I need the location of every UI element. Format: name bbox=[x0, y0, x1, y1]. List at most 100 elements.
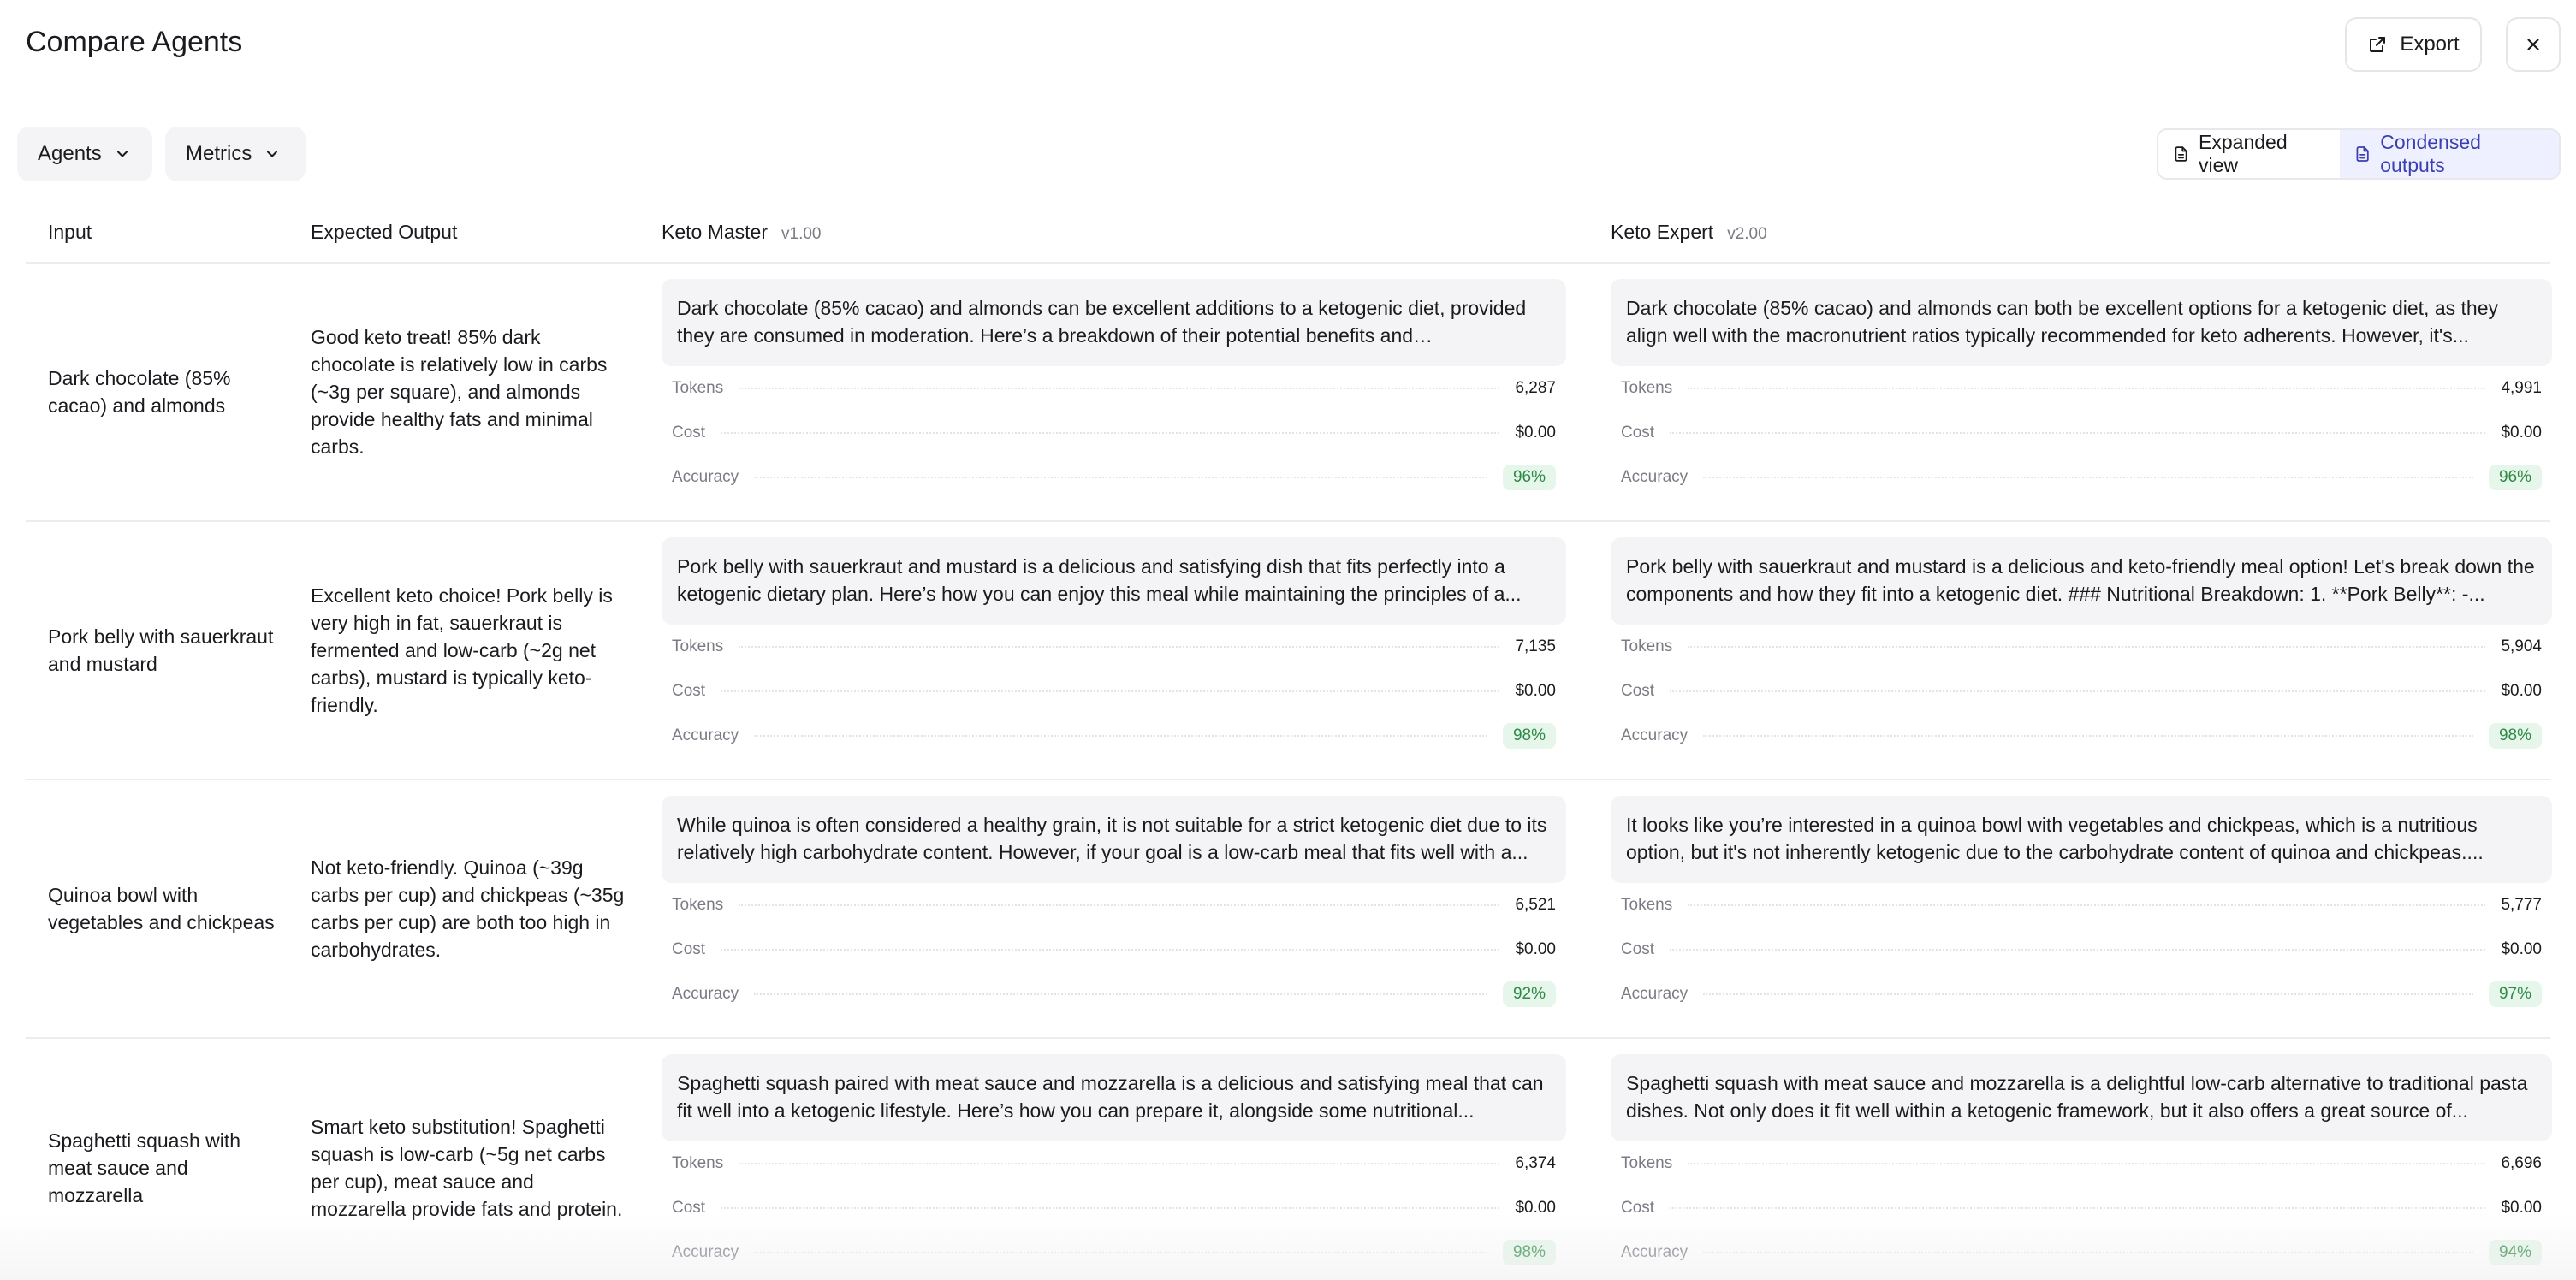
input-cell: Quinoa bowl with vegetables and chickpea… bbox=[48, 884, 275, 933]
agent-output-box[interactable]: Spaghetti squash with meat sauce and moz… bbox=[1611, 1054, 2552, 1141]
table-row: Dark chocolate (85% cacao) and almonds G… bbox=[26, 264, 2552, 522]
agent-output-box[interactable]: Dark chocolate (85% cacao) and almonds c… bbox=[1611, 279, 2552, 366]
accuracy-badge: 97% bbox=[2488, 981, 2542, 1007]
metric-accuracy: Accuracy 98% bbox=[662, 714, 1566, 758]
agent-output-box[interactable]: Spaghetti squash paired with meat sauce … bbox=[662, 1054, 1566, 1141]
expanded-view-button[interactable]: Expanded view bbox=[2158, 130, 2340, 178]
metric-label: Tokens bbox=[672, 637, 724, 655]
metrics-dropdown[interactable]: Metrics bbox=[165, 127, 306, 181]
metric-leader bbox=[721, 690, 1500, 692]
column-header-expected: Expected Output bbox=[311, 221, 458, 243]
agent-output-box[interactable]: It looks like you’re interested in a qui… bbox=[1611, 796, 2552, 883]
agent-b-result: Pork belly with sauerkraut and mustard i… bbox=[1611, 537, 2552, 758]
agent-a-result: Spaghetti squash paired with meat sauce … bbox=[662, 1054, 1566, 1275]
agent-output-text: Dark chocolate (85% cacao) and almonds c… bbox=[1626, 297, 2498, 347]
agent-a-result: Dark chocolate (85% cacao) and almonds c… bbox=[662, 279, 1566, 500]
column-header-agent-b: Keto Expert v2.00 bbox=[1611, 221, 1767, 244]
metric-leader bbox=[1688, 1163, 2486, 1164]
agent-output-box[interactable]: Dark chocolate (85% cacao) and almonds c… bbox=[662, 279, 1566, 366]
metric-leader bbox=[739, 904, 1500, 906]
metric-value: $0.00 bbox=[1515, 1199, 1556, 1217]
agent-output-text: Pork belly with sauerkraut and mustard i… bbox=[1626, 555, 2535, 605]
agent-output-box[interactable]: Pork belly with sauerkraut and mustard i… bbox=[662, 537, 1566, 625]
agent-a-result: Pork belly with sauerkraut and mustard i… bbox=[662, 537, 1566, 758]
condensed-outputs-label: Condensed outputs bbox=[2380, 131, 2481, 176]
metric-leader bbox=[739, 388, 1500, 389]
view-toggle: Expanded view Condensed outputs bbox=[2157, 128, 2561, 180]
metric-value: $0.00 bbox=[1515, 424, 1556, 441]
agent-output-text: It looks like you’re interested in a qui… bbox=[1626, 814, 2484, 863]
metric-value: 6,521 bbox=[1515, 896, 1556, 914]
condensed-outputs-button[interactable]: Condensed outputs bbox=[2340, 130, 2559, 178]
metric-value: $0.00 bbox=[2501, 940, 2542, 958]
export-label: Export bbox=[2400, 33, 2460, 56]
metric-value: 5,777 bbox=[2501, 896, 2542, 914]
agents-dropdown[interactable]: Agents bbox=[17, 127, 152, 181]
agent-output-text: Spaghetti squash with meat sauce and moz… bbox=[1626, 1072, 2528, 1122]
agents-label: Agents bbox=[38, 142, 102, 165]
metric-tokens: Tokens 6,521 bbox=[662, 883, 1566, 927]
metric-label: Cost bbox=[672, 1199, 706, 1217]
input-cell: Dark chocolate (85% cacao) and almonds bbox=[48, 367, 231, 417]
table-header: Input Expected Output Keto Master v1.00 K… bbox=[26, 212, 2550, 264]
metric-label: Accuracy bbox=[1621, 1243, 1689, 1261]
metric-leader bbox=[754, 477, 1487, 478]
agent-output-box[interactable]: Pork belly with sauerkraut and mustard i… bbox=[1611, 537, 2552, 625]
chevron-down-icon bbox=[267, 151, 278, 157]
metric-label: Tokens bbox=[1621, 896, 1673, 914]
close-button[interactable] bbox=[2506, 17, 2561, 72]
metric-leader bbox=[1703, 477, 2473, 478]
metric-label: Accuracy bbox=[672, 985, 739, 1003]
metric-value: $0.00 bbox=[2501, 682, 2542, 700]
metric-leader bbox=[1670, 690, 2486, 692]
accuracy-badge: 94% bbox=[2488, 1240, 2542, 1265]
metric-value: $0.00 bbox=[2501, 1199, 2542, 1217]
metric-tokens: Tokens 5,777 bbox=[1611, 883, 2552, 927]
metric-leader bbox=[754, 1252, 1487, 1253]
column-header-agent-a: Keto Master v1.00 bbox=[662, 221, 821, 244]
expanded-view-label: Expanded view bbox=[2199, 131, 2288, 176]
metric-label: Tokens bbox=[1621, 1154, 1673, 1172]
metric-value: $0.00 bbox=[1515, 682, 1556, 700]
metric-cost: Cost $0.00 bbox=[1611, 1186, 2552, 1230]
metric-leader bbox=[1670, 949, 2486, 951]
metric-label: Tokens bbox=[672, 896, 724, 914]
table-row: Spaghetti squash with meat sauce and moz… bbox=[26, 1039, 2552, 1280]
metric-leader bbox=[721, 432, 1500, 434]
agent-b-result: Dark chocolate (85% cacao) and almonds c… bbox=[1611, 279, 2552, 500]
metric-value: 4,991 bbox=[2501, 379, 2542, 397]
metric-leader bbox=[1688, 388, 2486, 389]
metric-label: Accuracy bbox=[1621, 985, 1689, 1003]
agent-output-text: Pork belly with sauerkraut and mustard i… bbox=[677, 555, 1522, 605]
metric-tokens: Tokens 6,696 bbox=[1611, 1141, 2552, 1186]
metric-cost: Cost $0.00 bbox=[662, 669, 1566, 714]
metric-label: Accuracy bbox=[672, 726, 739, 744]
metric-label: Cost bbox=[672, 682, 706, 700]
metric-label: Cost bbox=[1621, 940, 1655, 958]
metric-leader bbox=[1703, 993, 2473, 995]
chevron-down-icon bbox=[116, 151, 128, 157]
metric-accuracy: Accuracy 98% bbox=[662, 1230, 1566, 1275]
metric-leader bbox=[754, 735, 1487, 737]
accuracy-badge: 98% bbox=[2488, 723, 2542, 749]
expected-output-cell: Good keto treat! 85% dark chocolate is r… bbox=[311, 326, 608, 458]
metric-accuracy: Accuracy 96% bbox=[662, 455, 1566, 500]
metric-leader bbox=[1670, 432, 2486, 434]
export-button[interactable]: Export bbox=[2345, 17, 2482, 72]
metric-cost: Cost $0.00 bbox=[662, 411, 1566, 455]
metric-value: 5,904 bbox=[2501, 637, 2542, 655]
agent-output-box[interactable]: While quinoa is often considered a healt… bbox=[662, 796, 1566, 883]
metric-tokens: Tokens 6,374 bbox=[662, 1141, 1566, 1186]
metric-cost: Cost $0.00 bbox=[1611, 927, 2552, 972]
metric-label: Cost bbox=[672, 940, 706, 958]
close-icon bbox=[2527, 39, 2539, 50]
agent-b-version: v2.00 bbox=[1727, 225, 1767, 243]
metric-value: 7,135 bbox=[1515, 637, 1556, 655]
metric-leader bbox=[1670, 1207, 2486, 1209]
metric-label: Cost bbox=[1621, 1199, 1655, 1217]
metric-leader bbox=[739, 1163, 1500, 1164]
table-row: Quinoa bowl with vegetables and chickpea… bbox=[26, 780, 2552, 1039]
metric-label: Accuracy bbox=[672, 1243, 739, 1261]
agent-b-name: Keto Expert bbox=[1611, 221, 1714, 243]
metric-label: Cost bbox=[1621, 424, 1655, 441]
